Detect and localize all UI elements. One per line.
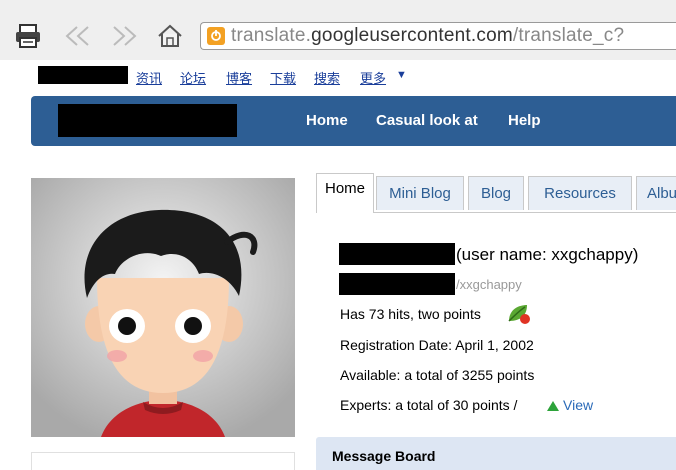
message-board-title: Message Board [332,448,436,464]
back-icon[interactable] [62,20,94,52]
available-points: Available: a total of 3255 points [340,367,535,383]
avatar [31,178,295,437]
topnav-link-more[interactable]: 更多 [360,68,386,87]
redacted-site-logo [58,104,237,137]
profile-url[interactable]: /xxgchappy [456,277,522,292]
redacted-display-name [339,243,455,265]
nav-help[interactable]: Help [508,112,541,129]
topnav-link-search[interactable]: 搜索 [314,68,340,87]
redacted-logo [38,66,128,84]
url-suffix: /translate_c? [512,25,625,46]
user-name-label: (user name: xxgchappy) [456,245,639,264]
url-text: translate.googleusercontent.com/translat… [231,25,624,47]
experts-points: Experts: a total of 30 points / [340,397,518,413]
triangle-up-icon [546,399,560,417]
print-icon[interactable] [12,20,44,52]
tab-blog[interactable]: Blog [468,176,524,210]
forward-icon[interactable] [108,20,140,52]
topnav-link-forum[interactable]: 论坛 [180,68,206,87]
site-favicon-icon [207,27,225,45]
url-domain: googleusercontent.com [311,25,513,46]
topnav-link-download[interactable]: 下载 [270,68,296,87]
nav-casual-look[interactable]: Casual look at [376,112,478,129]
topnav-link-blog[interactable]: 博客 [226,68,252,87]
more-arrow-icon[interactable]: ▼ [396,69,407,81]
address-bar[interactable]: translate.googleusercontent.com/translat… [200,22,676,50]
tab-mini-blog[interactable]: Mini Blog [376,176,464,210]
registration-date: Registration Date: April 1, 2002 [340,337,534,353]
hits-text: Has 73 hits, two points [340,306,481,322]
topnav-link-news[interactable]: 资讯 [136,68,162,87]
tab-resources[interactable]: Resources [528,176,632,210]
nav-home[interactable]: Home [306,112,348,129]
sidebar-box [31,452,295,470]
home-icon[interactable] [154,20,186,52]
tab-home[interactable]: Home [316,173,374,213]
view-link[interactable]: View [563,397,593,413]
redacted-url-host [339,273,455,295]
leaf-badge-icon [507,303,531,330]
url-prefix: translate. [231,25,312,46]
browser-toolbar: translate.googleusercontent.com/translat… [0,0,676,60]
tab-albums[interactable]: Albu [636,176,676,210]
